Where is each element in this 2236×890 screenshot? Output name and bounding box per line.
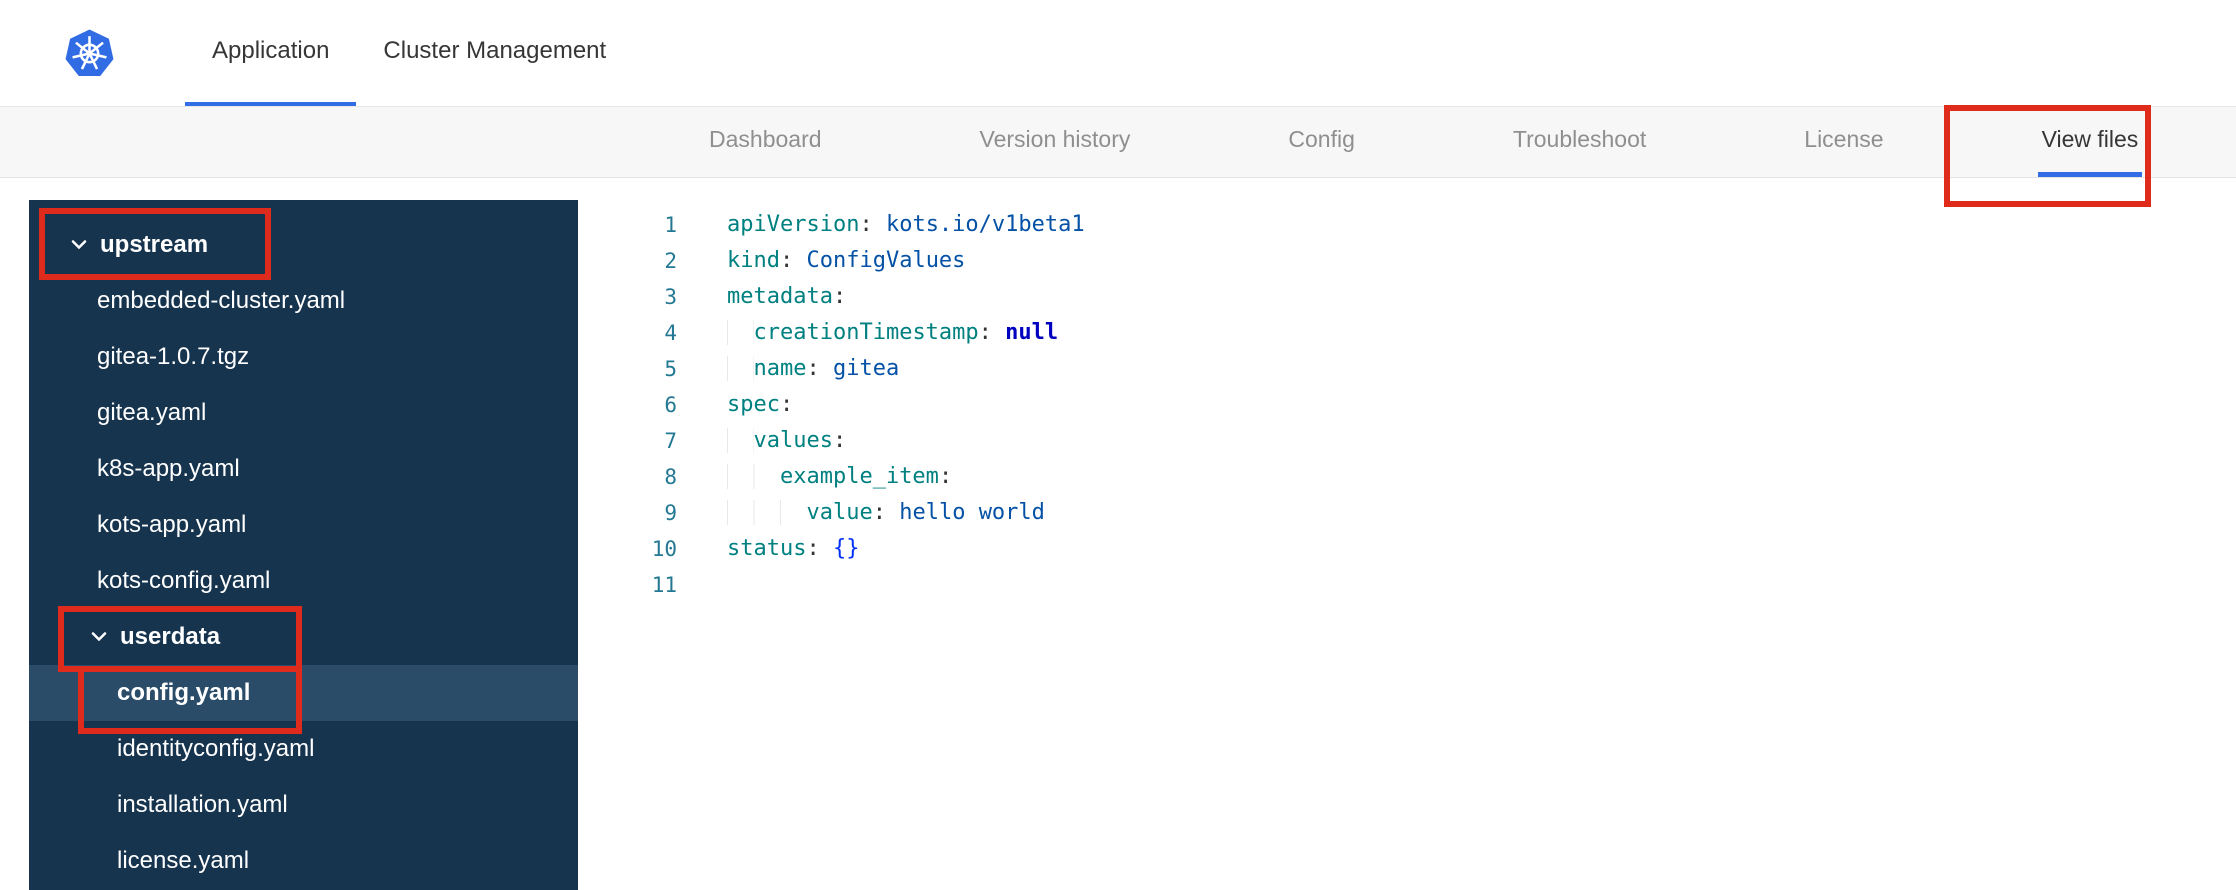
tree-file-k8s-app-yaml[interactable]: k8s-app.yaml [29, 441, 578, 497]
file-viewer[interactable]: 1 apiVersion: kots.io/v1beta1 2 kind: Confi… [623, 207, 2236, 890]
tree-item-label: userdata [120, 623, 221, 650]
line-number: 2 [664, 249, 677, 273]
line-number: 7 [664, 429, 677, 453]
chevron-down-icon [71, 240, 87, 250]
tree-item-label: upstream [100, 231, 209, 258]
tree-folder-userdata[interactable]: userdata [29, 609, 578, 665]
tab-view-files-label: View files [2041, 126, 2139, 152]
tab-cluster-management-label: Cluster Management [383, 37, 607, 64]
tab-view-files[interactable]: View files [2037, 107, 2143, 177]
tab-troubleshoot[interactable]: Troubleshoot [1509, 107, 1650, 177]
code-line: 2 kind: ConfigValues [623, 243, 2236, 279]
code-line: 4 creationTimestamp: null [623, 315, 2236, 351]
tree-item-label: k8s-app.yaml [97, 455, 240, 482]
tab-troubleshoot-label: Troubleshoot [1512, 126, 1647, 152]
code-text: example_item: [727, 459, 952, 495]
tab-dashboard-label: Dashboard [709, 126, 822, 152]
tree-folder-upstream[interactable]: upstream [29, 217, 578, 273]
tab-dashboard[interactable]: Dashboard [705, 107, 826, 177]
tree-file-kots-app-yaml[interactable]: kots-app.yaml [29, 497, 578, 553]
tab-config-label: Config [1288, 126, 1355, 152]
line-number: 3 [664, 285, 677, 309]
code-text: metadata: [727, 284, 847, 309]
line-number: 4 [664, 321, 677, 345]
line-number: 9 [664, 501, 677, 525]
code-line: 3 metadata: [623, 279, 2236, 315]
tab-version-history[interactable]: Version history [976, 107, 1135, 177]
code-line: 8 example_item: [623, 459, 2236, 495]
code-text: name: gitea [727, 351, 899, 387]
app-subnav: Dashboard Version history Config Trouble… [0, 107, 2236, 178]
tree-file-license-yaml[interactable]: license.yaml [29, 833, 578, 889]
tab-config[interactable]: Config [1284, 107, 1358, 177]
tree-file-kots-config-yaml[interactable]: kots-config.yaml [29, 553, 578, 609]
code-line: 1 apiVersion: kots.io/v1beta1 [623, 207, 2236, 243]
tree-file-gitea-1-0-7-tgz[interactable]: gitea-1.0.7.tgz [29, 329, 578, 385]
line-number: 5 [664, 357, 677, 381]
tree-item-label: installation.yaml [117, 791, 288, 818]
tree-item-label: kots-app.yaml [97, 511, 247, 538]
tree-file-embedded-cluster-yaml[interactable]: embedded-cluster.yaml [29, 273, 578, 329]
tab-version-history-label: Version history [979, 126, 1131, 152]
line-number: 6 [664, 393, 677, 417]
code-text: value: hello world [727, 495, 1045, 531]
tree-item-label: gitea-1.0.7.tgz [97, 343, 250, 370]
tab-license-label: License [1804, 126, 1884, 152]
code-text: kind: ConfigValues [727, 248, 966, 273]
code-text: apiVersion: kots.io/v1beta1 [727, 212, 1085, 237]
code-text: values: [727, 423, 846, 459]
tree-file-installation-yaml[interactable]: installation.yaml [29, 777, 578, 833]
chevron-down-icon [91, 632, 107, 642]
kubernetes-logo-icon [65, 29, 114, 76]
code-line: 7 values: [623, 423, 2236, 459]
line-number: 10 [651, 537, 677, 561]
tree-item-label: license.yaml [117, 847, 250, 874]
code-line: 5 name: gitea [623, 351, 2236, 387]
tree-file-config-yaml[interactable]: config.yaml [29, 665, 578, 721]
code-line: 9 value: hello world [623, 495, 2236, 531]
code-text: status: {} [727, 536, 860, 561]
tree-file-identityconfig-yaml[interactable]: identityconfig.yaml [29, 721, 578, 777]
code-line: 11 [623, 567, 2236, 603]
main-content: upstream embedded-cluster.yaml gitea-1.0.7… [0, 178, 2236, 890]
tree-item-label: config.yaml [117, 679, 251, 706]
file-tree[interactable]: upstream embedded-cluster.yaml gitea-1.0.7… [29, 200, 578, 890]
tab-application[interactable]: Application [185, 0, 357, 106]
top-nav: Application Cluster Management [185, 0, 633, 106]
line-number: 8 [664, 465, 677, 489]
code-editor: 1 apiVersion: kots.io/v1beta1 2 kind: Confi… [623, 207, 2236, 603]
code-text: spec: [727, 392, 794, 417]
tree-item-label: embedded-cluster.yaml [97, 287, 346, 314]
tree-item-label: identityconfig.yaml [117, 735, 315, 762]
code-line: 10 status: {} [623, 531, 2236, 567]
tree-item-label: kots-config.yaml [97, 567, 271, 594]
code-text: creationTimestamp: null [727, 315, 1058, 351]
tab-license[interactable]: License [1800, 107, 1887, 177]
tab-cluster-management[interactable]: Cluster Management [356, 0, 633, 106]
app-header: Application Cluster Management [0, 0, 2236, 107]
tab-application-label: Application [212, 37, 330, 64]
line-number: 11 [651, 573, 677, 597]
tree-item-label: gitea.yaml [97, 399, 207, 426]
line-number: 1 [664, 213, 677, 237]
tree-file-gitea-yaml[interactable]: gitea.yaml [29, 385, 578, 441]
code-line: 6 spec: [623, 387, 2236, 423]
